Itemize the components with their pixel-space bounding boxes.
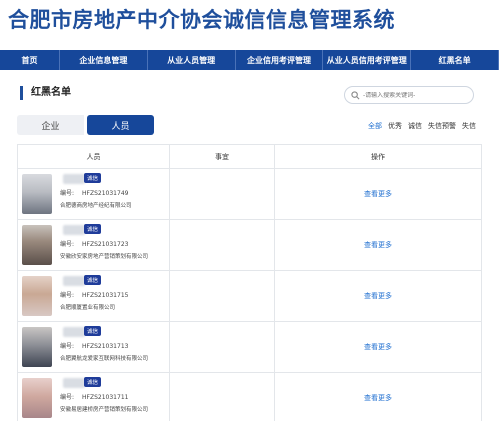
name-redacted [63, 378, 85, 388]
nav-company-info[interactable]: 企业信息管理 [60, 50, 148, 70]
matter-cell [169, 321, 275, 373]
table-row: 诚信 编号: HFZS21031715 合肥顺厦置业有限公司 查看更多 [17, 270, 482, 322]
header-matter: 事宜 [169, 144, 275, 169]
status-badge: 诚信 [84, 275, 102, 285]
table-row: 诚信 编号: HFZS21031723 安徽欣安家房地产营销策划有限公司 查看更多 [17, 219, 482, 271]
name-redacted [63, 225, 85, 235]
avatar [22, 327, 52, 367]
main-nav: 首页 企业信息管理 从业人员管理 企业信用考评管理 从业人员信用考评管理 红黑名… [0, 50, 499, 70]
name-redacted [63, 327, 85, 337]
status-badge: 诚信 [84, 326, 102, 336]
filter-dishonest[interactable]: 失信 [462, 121, 476, 131]
matter-cell [169, 168, 275, 220]
avatar [22, 174, 52, 214]
tab-company[interactable]: 企业 [17, 115, 84, 135]
avatar [22, 276, 52, 316]
name-redacted [63, 174, 85, 184]
status-badge: 诚信 [84, 377, 102, 387]
nav-staff[interactable]: 从业人员管理 [148, 50, 236, 70]
table-row: 诚信 编号: HFZS21031749 合肥德商房地产经纪有限公司 查看更多 [17, 168, 482, 220]
tab-person[interactable]: 人员 [87, 115, 154, 135]
company-name: 合肥顺厦置业有限公司 [60, 305, 116, 311]
filter-excellent[interactable]: 优秀 [388, 121, 402, 131]
avatar [22, 225, 52, 265]
status-badge: 诚信 [84, 173, 102, 183]
matter-cell [169, 372, 275, 421]
person-number: 编号: HFZS21031711 [60, 394, 129, 401]
header-person: 人员 [17, 144, 170, 169]
filter-integrity[interactable]: 诚信 [408, 121, 422, 131]
site-title: 合肥市房地产中介协会诚信信息管理系统 [8, 8, 395, 32]
view-more-link[interactable]: 查看更多 [274, 168, 482, 220]
nav-staff-credit[interactable]: 从业人员信用考评管理 [323, 50, 412, 70]
table-header: 人员 事宜 操作 [17, 144, 482, 169]
person-number: 编号: HFZS21031713 [60, 343, 129, 350]
filter-warning[interactable]: 失信预警 [428, 121, 456, 131]
person-number: 编号: HFZS21031749 [60, 190, 129, 197]
avatar [22, 378, 52, 418]
search-icon [351, 90, 360, 99]
matter-cell [169, 270, 275, 322]
view-more-link[interactable]: 查看更多 [274, 372, 482, 421]
company-name: 安徽欣安家房地产营销策划有限公司 [60, 254, 149, 260]
view-more-link[interactable]: 查看更多 [274, 321, 482, 373]
person-table: 人员 事宜 操作 诚信 编号: HFZS21031749 合肥德商房地产经纪有限公… [17, 144, 482, 421]
view-more-link[interactable]: 查看更多 [274, 270, 482, 322]
filter-all[interactable]: 全部 [368, 121, 382, 131]
company-name: 合肥翼航龙爱家互联网科技有限公司 [60, 356, 149, 362]
matter-cell [169, 219, 275, 271]
view-more-link[interactable]: 查看更多 [274, 219, 482, 271]
table-row: 诚信 编号: HFZS21031713 合肥翼航龙爱家互联网科技有限公司 查看更多 [17, 321, 482, 373]
nav-company-credit[interactable]: 企业信用考评管理 [236, 50, 324, 70]
nav-home[interactable]: 首页 [0, 50, 60, 70]
status-badge: 诚信 [84, 224, 102, 234]
filter-links: 全部 优秀 诚信 失信预警 失信 [368, 121, 482, 131]
person-number: 编号: HFZS21031715 [60, 292, 129, 299]
nav-red-black-list[interactable]: 红黑名单 [411, 50, 499, 70]
name-redacted [63, 276, 85, 286]
company-name: 合肥德商房地产经纪有限公司 [60, 203, 132, 209]
table-row: 诚信 编号: HFZS21031711 安徽易居建桥房产营销策划有限公司 查看更多 [17, 372, 482, 421]
search-box[interactable] [344, 86, 474, 104]
header-action: 操作 [274, 144, 482, 169]
company-name: 安徽易居建桥房产营销策划有限公司 [60, 407, 149, 413]
search-input[interactable] [363, 91, 473, 99]
person-number: 编号: HFZS21031723 [60, 241, 129, 248]
section-title: 红黑名单 [20, 86, 71, 100]
